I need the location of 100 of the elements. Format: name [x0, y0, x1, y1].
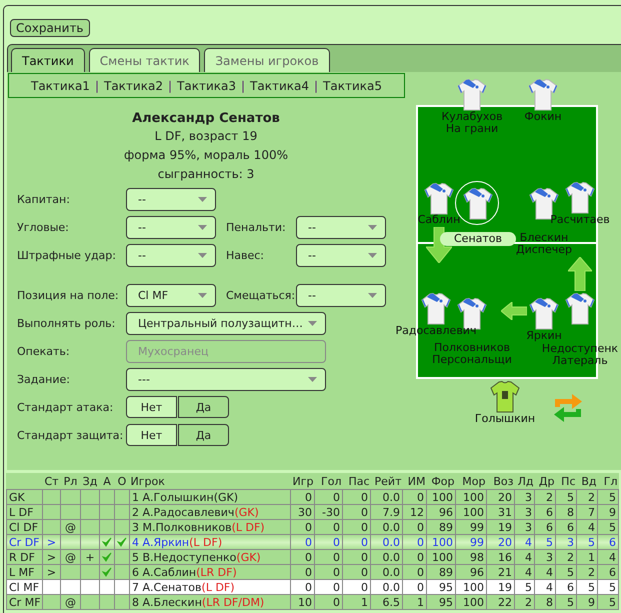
- dropdown[interactable]: --: [296, 244, 386, 266]
- separator: |: [168, 78, 172, 92]
- shirt-icon[interactable]: [565, 293, 595, 325]
- table-cell: 9: [598, 504, 618, 520]
- table-cell: 3: [556, 534, 576, 550]
- table-cell: 4: [598, 550, 618, 564]
- table-cell: 1: [402, 594, 426, 610]
- dropdown[interactable]: --: [126, 244, 216, 266]
- table-cell[interactable]: 1 А.Голышкин(GK): [130, 490, 290, 504]
- save-button[interactable]: Сохранить: [10, 19, 90, 37]
- table-cell: 0: [314, 550, 342, 564]
- table-cell: 0: [290, 534, 314, 550]
- column-header[interactable]: О: [118, 474, 126, 488]
- column-header[interactable]: Рейт: [374, 474, 402, 488]
- table-cell[interactable]: 2 А.Радосавлевич(GK): [130, 504, 290, 520]
- caret-icon: [368, 252, 377, 258]
- player-label: Яркин: [526, 330, 562, 342]
- table-cell: 5: [598, 580, 618, 594]
- dropdown[interactable]: ---: [126, 368, 326, 390]
- column-header[interactable]: Лд: [518, 474, 534, 488]
- caret-icon: [308, 376, 317, 382]
- shirt-icon[interactable]: [424, 183, 454, 215]
- table-cell: 0: [342, 504, 370, 520]
- table-cell: [80, 504, 100, 520]
- table-cell[interactable]: 5 В.Недоступенко(GK): [130, 550, 290, 564]
- shirt-icon[interactable]: [490, 381, 520, 413]
- field-label: Стандарт защита:: [17, 428, 124, 442]
- table-cell[interactable]: 8 А.Блескин(LR DF/DM): [130, 594, 290, 610]
- toggle-option[interactable]: Да: [178, 396, 229, 418]
- dropdown[interactable]: --: [296, 284, 386, 306]
- tactic-link[interactable]: Тактика1: [30, 78, 90, 92]
- column-header[interactable]: Воз: [493, 474, 514, 488]
- table-cell: 3: [514, 504, 534, 520]
- column-header[interactable]: Игрок: [130, 474, 165, 488]
- column-header[interactable]: Мор: [462, 474, 486, 488]
- player-name: Александр Сенатов: [132, 110, 280, 127]
- table-cell: 0: [290, 580, 314, 594]
- separator: |: [94, 78, 99, 92]
- column-header[interactable]: Ст: [44, 474, 59, 488]
- dropdown[interactable]: Cl MF: [126, 284, 216, 306]
- tactic-link[interactable]: Тактика3: [177, 78, 236, 92]
- table-cell: 5: [598, 594, 618, 610]
- field-label: Позиция на поле:: [17, 288, 120, 302]
- shirt-icon[interactable]: [463, 188, 493, 220]
- column-header[interactable]: Гол: [321, 474, 342, 488]
- shirt-icon[interactable]: [528, 79, 558, 111]
- column-header[interactable]: Игр: [292, 474, 314, 488]
- table-cell: 5: [576, 580, 598, 594]
- table-cell: 8: [534, 594, 556, 610]
- column-header[interactable]: Зд: [82, 474, 98, 488]
- table-cell: 98: [456, 550, 486, 564]
- column-header[interactable]: Гл: [604, 474, 618, 488]
- dropdown[interactable]: --: [296, 216, 386, 238]
- table-cell: 30: [290, 504, 314, 520]
- toggle-option[interactable]: Нет: [126, 424, 177, 446]
- dropdown[interactable]: Центральный полузащитн…: [126, 312, 326, 334]
- toggle-option[interactable]: Нет: [126, 396, 177, 418]
- column-header[interactable]: Рл: [64, 474, 78, 488]
- tactic-link[interactable]: Тактика2: [104, 78, 163, 92]
- dropdown[interactable]: --: [126, 216, 216, 238]
- tactic-link[interactable]: Тактика4: [250, 78, 309, 92]
- table-cell: 2: [556, 550, 576, 564]
- separator: |: [314, 78, 318, 92]
- table-cell: >: [42, 534, 60, 550]
- tab[interactable]: Замены игроков: [204, 48, 330, 72]
- table-cell: GK: [6, 490, 42, 504]
- shirt-icon[interactable]: [457, 79, 487, 111]
- column-header[interactable]: Фор: [431, 474, 454, 488]
- column-header[interactable]: Вд: [581, 474, 596, 488]
- table-cell: 96: [426, 504, 456, 520]
- shirt-icon[interactable]: [565, 182, 595, 214]
- tab[interactable]: Тактики: [11, 48, 85, 72]
- column-header[interactable]: Пас: [348, 474, 370, 488]
- table-cell: 0: [314, 580, 342, 594]
- tab[interactable]: Смены тактик: [88, 48, 200, 72]
- table-cell: Cr MF: [6, 594, 42, 610]
- table-cell: 19: [486, 580, 514, 594]
- table-cell: 7.9: [370, 504, 402, 520]
- table-cell: 0: [290, 550, 314, 564]
- table-cell[interactable]: 7 А.Сенатов(L DF): [130, 580, 290, 594]
- shirt-icon[interactable]: [421, 293, 451, 325]
- player-info: сыгранность: 3: [158, 166, 254, 183]
- column-header[interactable]: Др: [538, 474, 554, 488]
- field-label: Штрафные удар:: [17, 248, 117, 262]
- table-cell: 0: [314, 534, 342, 550]
- column-header[interactable]: А: [103, 474, 111, 488]
- caret-icon: [368, 224, 377, 230]
- tactic-link[interactable]: Тактика5: [323, 78, 382, 92]
- shirt-icon[interactable]: [529, 298, 559, 330]
- toggle-option[interactable]: Да: [178, 424, 229, 446]
- field-label: Пенальти:: [226, 220, 287, 234]
- column-header[interactable]: ИМ: [408, 474, 426, 488]
- table-cell[interactable]: 4 А.Яркин(L DF): [130, 534, 290, 550]
- table-cell: [60, 490, 80, 504]
- table-cell: 0: [402, 580, 426, 594]
- table-cell: 16: [486, 550, 514, 564]
- column-header[interactable]: Пс: [561, 474, 576, 488]
- table-cell: 20: [486, 490, 514, 504]
- dropdown[interactable]: --: [126, 188, 216, 210]
- field-label: Навес:: [226, 248, 266, 262]
